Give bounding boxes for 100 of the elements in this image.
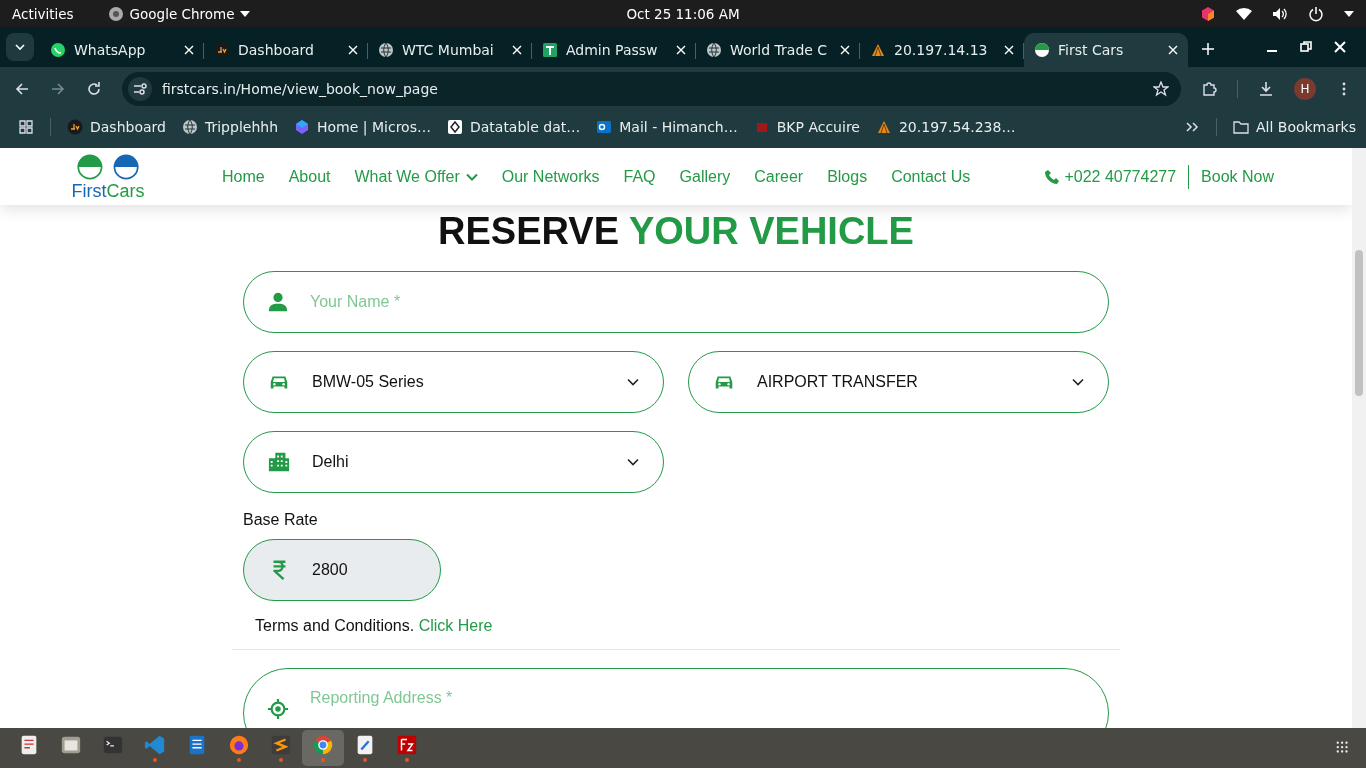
nav-link[interactable]: Our Networks — [501, 167, 600, 186]
nav-link[interactable]: What We Offer — [354, 167, 478, 186]
bookmark-item[interactable]: Datatable dat… — [446, 119, 581, 135]
activities-button[interactable]: Activities — [12, 5, 74, 22]
fz-icon[interactable] — [396, 734, 418, 756]
clock[interactable]: Oct 25 11:06 AM — [626, 5, 740, 22]
nav-link[interactable]: Blogs — [827, 167, 868, 186]
globe-icon — [706, 42, 722, 58]
apps-grid-icon[interactable] — [18, 119, 34, 135]
new-tab-icon[interactable] — [1202, 43, 1214, 55]
app-grid-icon[interactable] — [1336, 741, 1350, 755]
wifi-icon[interactable] — [1236, 5, 1252, 22]
s-editor-icon[interactable] — [270, 734, 292, 756]
close-icon[interactable] — [676, 45, 686, 55]
nav-link[interactable]: Home — [222, 167, 265, 186]
browser-tab[interactable]: First Cars — [1024, 33, 1188, 67]
code-editor-icon[interactable] — [144, 734, 166, 756]
nav-link[interactable]: Gallery — [679, 167, 731, 186]
nav-link[interactable]: FAQ — [623, 167, 656, 186]
tower-icon — [870, 42, 886, 58]
base-rate-field: 2800 — [243, 539, 441, 601]
close-icon[interactable] — [1168, 45, 1178, 55]
car-select[interactable]: BMW-05 Series — [243, 351, 664, 413]
chrome-icon[interactable] — [312, 734, 334, 756]
chrome-icon — [107, 5, 124, 22]
folder-icon[interactable] — [60, 734, 82, 756]
close-icon[interactable] — [184, 45, 194, 55]
bookmark-star-icon[interactable] — [1153, 81, 1169, 97]
chevron-down-icon — [14, 43, 26, 51]
terms-text: Terms and Conditions. Click Here — [255, 617, 494, 635]
dv-icon — [67, 119, 83, 135]
close-icon[interactable] — [1004, 45, 1014, 55]
logo-circles-icon — [77, 152, 139, 181]
chat-icon — [50, 42, 66, 58]
nav-link[interactable]: Contact Us — [891, 167, 971, 186]
cube-icon[interactable] — [1200, 5, 1216, 22]
terminal-icon[interactable] — [102, 734, 124, 756]
service-select[interactable]: AIRPORT TRANSFER — [688, 351, 1109, 413]
user-icon — [267, 291, 289, 313]
buildings-icon — [268, 451, 290, 473]
page-heading: RESERVE YOUR VEHICLE — [437, 209, 915, 253]
scrollbar[interactable] — [1352, 148, 1366, 728]
cube-icon — [294, 119, 310, 135]
mail-icon — [596, 119, 613, 135]
address-field[interactable]: Reporting Address * — [243, 668, 1109, 728]
bookmark-item[interactable]: BKP Accuire — [753, 119, 860, 135]
folder-icon — [1232, 119, 1249, 135]
tower-icon — [875, 119, 892, 135]
datatable-icon — [446, 119, 463, 135]
caret-icon[interactable] — [1344, 10, 1354, 17]
close-icon[interactable] — [348, 45, 358, 55]
browser-tab[interactable]: Admin Passw — [532, 33, 696, 67]
bookmark-item[interactable]: Mail - Himanch… — [596, 119, 738, 135]
browser-tab[interactable]: 20.197.14.13 — [860, 33, 1024, 67]
firstcars-logo[interactable]: FirstCars — [66, 152, 150, 201]
phone-icon — [1044, 168, 1061, 185]
phone-link[interactable]: +022 40774277 — [1064, 167, 1177, 186]
fox-browser-icon[interactable] — [228, 734, 250, 756]
name-field[interactable]: Your Name * — [243, 271, 1109, 333]
address-bar[interactable]: firstcars.in/Home/view_book_now_page — [122, 72, 1181, 106]
restore-icon[interactable] — [1300, 41, 1312, 53]
logo-text: FirstCars — [71, 180, 145, 201]
terms-link[interactable]: Click Here — [418, 617, 493, 634]
half-circle-icon — [1034, 42, 1050, 58]
dv-icon — [214, 42, 230, 58]
nav-link[interactable]: About — [288, 167, 331, 186]
globe-icon — [378, 42, 394, 58]
all-bookmarks-item[interactable]: All Bookmarks — [1232, 119, 1356, 135]
app-menu[interactable]: Google Chrome — [129, 5, 235, 22]
location-target-icon — [267, 698, 289, 720]
tab-search-button[interactable] — [6, 33, 34, 61]
bookmark-item[interactable]: Dashboard — [67, 119, 166, 135]
chevron-down-icon — [1072, 378, 1084, 386]
caret-icon — [240, 10, 251, 17]
close-icon[interactable] — [512, 45, 522, 55]
book-now-link[interactable]: Book Now — [1201, 167, 1274, 186]
globe-icon — [181, 119, 198, 135]
power-icon[interactable] — [1308, 5, 1324, 22]
extensions-icon[interactable] — [1201, 81, 1217, 97]
bookmark-item[interactable]: Home | Micros… — [294, 119, 431, 135]
site-settings-icon[interactable] — [128, 77, 152, 101]
bookmark-item[interactable]: 20.197.54.238… — [875, 119, 1016, 135]
reload-icon[interactable] — [86, 81, 102, 97]
chevron-down-icon — [627, 458, 639, 466]
browser-tab[interactable]: WhatsApp — [40, 33, 204, 67]
nav-link[interactable]: Career — [754, 167, 804, 186]
browser-tab[interactable]: World Trade C — [696, 33, 860, 67]
forward-icon[interactable] — [50, 81, 66, 97]
sheet-icon — [542, 42, 558, 58]
bookmark-item[interactable]: Tripplehhh — [181, 119, 278, 135]
city-select[interactable]: Delhi — [243, 431, 664, 493]
chevron-down-icon — [465, 172, 478, 181]
browser-tab[interactable]: WTC Mumbai — [368, 33, 532, 67]
close-icon[interactable] — [1334, 41, 1346, 53]
profile-avatar[interactable]: H — [1294, 78, 1316, 100]
close-icon[interactable] — [840, 45, 850, 55]
browser-tab[interactable]: Dashboard — [204, 33, 368, 67]
download-icon[interactable] — [1258, 81, 1274, 97]
back-icon[interactable] — [14, 81, 30, 97]
base-rate-label: Base Rate — [243, 511, 319, 529]
